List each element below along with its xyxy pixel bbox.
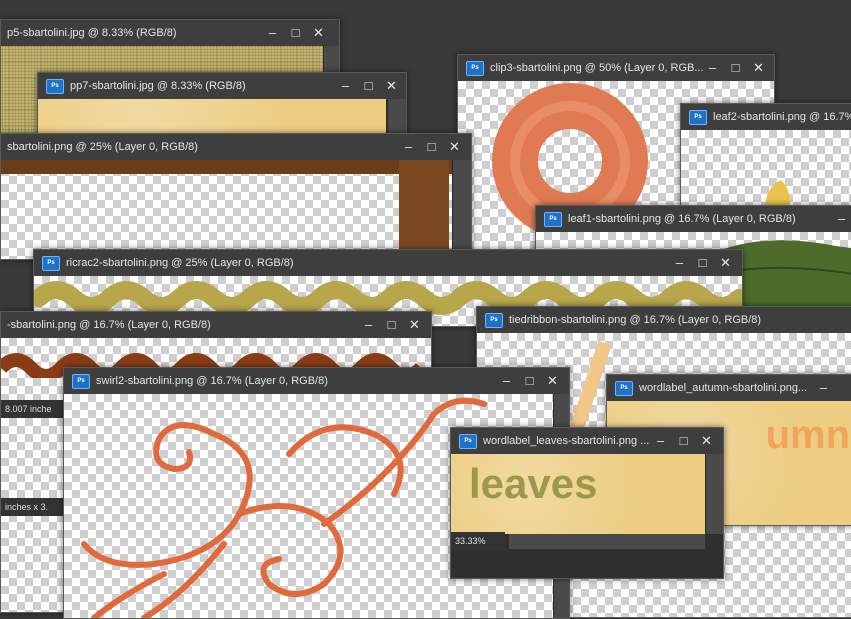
window-title: pp7-sbartolini.jpg @ 8.33% (RGB/8) (70, 80, 246, 92)
canvas-word-label[interactable]: leaves (451, 454, 705, 534)
frame-right-edge (399, 160, 449, 259)
maximize-button[interactable]: □ (693, 250, 712, 276)
title-bar[interactable]: Ps leaf1-sbartolini.png @ 16.7% (Layer 0… (536, 206, 851, 232)
title-bar[interactable]: Ps swirl2-sbartolini.png @ 16.7% (Layer … (64, 368, 569, 394)
close-button[interactable]: ✕ (543, 368, 562, 394)
window-title: sbartolini.png @ 25% (Layer 0, RGB/8) (7, 141, 198, 153)
ps-file-icon: Ps (689, 110, 707, 125)
title-bar[interactable]: Ps pp7-sbartolini.jpg @ 8.33% (RGB/8) ‒ … (38, 73, 406, 99)
canvas[interactable] (1, 160, 453, 259)
status-size-1: 8.007 inche (1, 400, 65, 418)
window-title: leaf2-sbartolini.png @ 16.7% (713, 111, 851, 123)
maximize-button[interactable]: □ (359, 73, 378, 99)
maximize-button[interactable]: □ (382, 312, 401, 338)
ps-file-icon: Ps (615, 381, 633, 396)
minimize-button[interactable]: ‒ (832, 206, 851, 232)
title-bar[interactable]: sbartolini.png @ 25% (Layer 0, RGB/8) ‒ … (1, 134, 471, 160)
window-title: wordlabel_autumn-sbartolini.png... (639, 382, 808, 394)
window-title: tiedribbon-sbartolini.png @ 16.7% (Layer… (509, 314, 762, 326)
title-bar[interactable]: Ps tiedribbon-sbartolini.png @ 16.7% (La… (477, 307, 851, 333)
close-button[interactable]: ✕ (749, 55, 768, 81)
maximize-button[interactable]: □ (286, 20, 305, 46)
title-bar[interactable]: Ps leaf2-sbartolini.png @ 16.7% (681, 104, 851, 130)
maximize-button[interactable]: □ (726, 55, 745, 81)
maximize-button[interactable]: □ (520, 368, 539, 394)
title-bar[interactable]: p5-sbartolini.jpg @ 8.33% (RGB/8) ‒ □ ✕ (1, 20, 339, 46)
window-title: swirl2-sbartolini.png @ 16.7% (Layer 0, … (96, 375, 328, 387)
title-bar[interactable]: -sbartolini.png @ 16.7% (Layer 0, RGB/8)… (1, 312, 431, 338)
document-window-frame[interactable]: sbartolini.png @ 25% (Layer 0, RGB/8) ‒ … (0, 133, 472, 260)
ps-file-icon: Ps (466, 61, 484, 76)
close-button[interactable]: ✕ (697, 428, 716, 454)
ps-file-icon: Ps (46, 79, 64, 94)
leaves-word: leaves (469, 460, 598, 507)
horizontal-scrollbar[interactable] (509, 534, 705, 549)
ps-file-icon: Ps (485, 313, 503, 328)
title-bar[interactable]: Ps clip3-sbartolini.png @ 50% (Layer 0, … (458, 55, 774, 81)
minimize-button[interactable]: ‒ (497, 368, 516, 394)
ps-file-icon: Ps (72, 374, 90, 389)
close-button[interactable]: ✕ (382, 73, 401, 99)
ps-file-icon: Ps (544, 212, 562, 227)
minimize-button[interactable]: ‒ (399, 134, 418, 160)
ps-file-icon: Ps (459, 434, 477, 449)
maximize-button[interactable]: □ (674, 428, 693, 454)
minimize-button[interactable]: ‒ (814, 375, 833, 401)
close-button[interactable]: ✕ (309, 20, 328, 46)
title-bar[interactable]: Ps ricrac2-sbartolini.png @ 25% (Layer 0… (34, 250, 742, 276)
vertical-scrollbar[interactable] (452, 160, 471, 259)
maximize-button[interactable]: □ (422, 134, 441, 160)
minimize-button[interactable]: ‒ (670, 250, 689, 276)
title-bar[interactable]: Ps wordlabel_autumn-sbartolini.png... ‒ (607, 375, 851, 401)
workspace: { "windows": { "pp5": {"title": "p5-sbar… (0, 0, 851, 619)
minimize-button[interactable]: ‒ (359, 312, 378, 338)
window-title: leaf1-sbartolini.png @ 16.7% (Layer 0, R… (568, 213, 796, 225)
minimize-button[interactable]: ‒ (336, 73, 355, 99)
vertical-scrollbar[interactable] (705, 454, 723, 534)
ps-file-icon: Ps (42, 256, 60, 271)
title-bar[interactable]: Ps wordlabel_leaves-sbartolini.png ... ‒… (451, 428, 723, 454)
frame-top-edge (1, 160, 453, 174)
autumn-word: umn (765, 413, 850, 457)
document-window-leaves[interactable]: Ps wordlabel_leaves-sbartolini.png ... ‒… (450, 427, 724, 579)
window-title: -sbartolini.png @ 16.7% (Layer 0, RGB/8) (7, 319, 211, 331)
window-title: ricrac2-sbartolini.png @ 25% (Layer 0, R… (66, 257, 294, 269)
zoom-level: 33.33% (451, 532, 505, 550)
window-title: clip3-sbartolini.png @ 50% (Layer 0, RGB… (490, 62, 704, 74)
minimize-button[interactable]: ‒ (651, 428, 670, 454)
status-size-2: inches x 3. (1, 498, 65, 516)
close-button[interactable]: ✕ (405, 312, 424, 338)
minimize-button[interactable]: ‒ (703, 55, 722, 81)
minimize-button[interactable]: ‒ (263, 20, 282, 46)
close-button[interactable]: ✕ (716, 250, 735, 276)
window-title: p5-sbartolini.jpg @ 8.33% (RGB/8) (7, 27, 177, 39)
close-button[interactable]: ✕ (445, 134, 464, 160)
window-title: wordlabel_leaves-sbartolini.png ... (483, 435, 650, 447)
